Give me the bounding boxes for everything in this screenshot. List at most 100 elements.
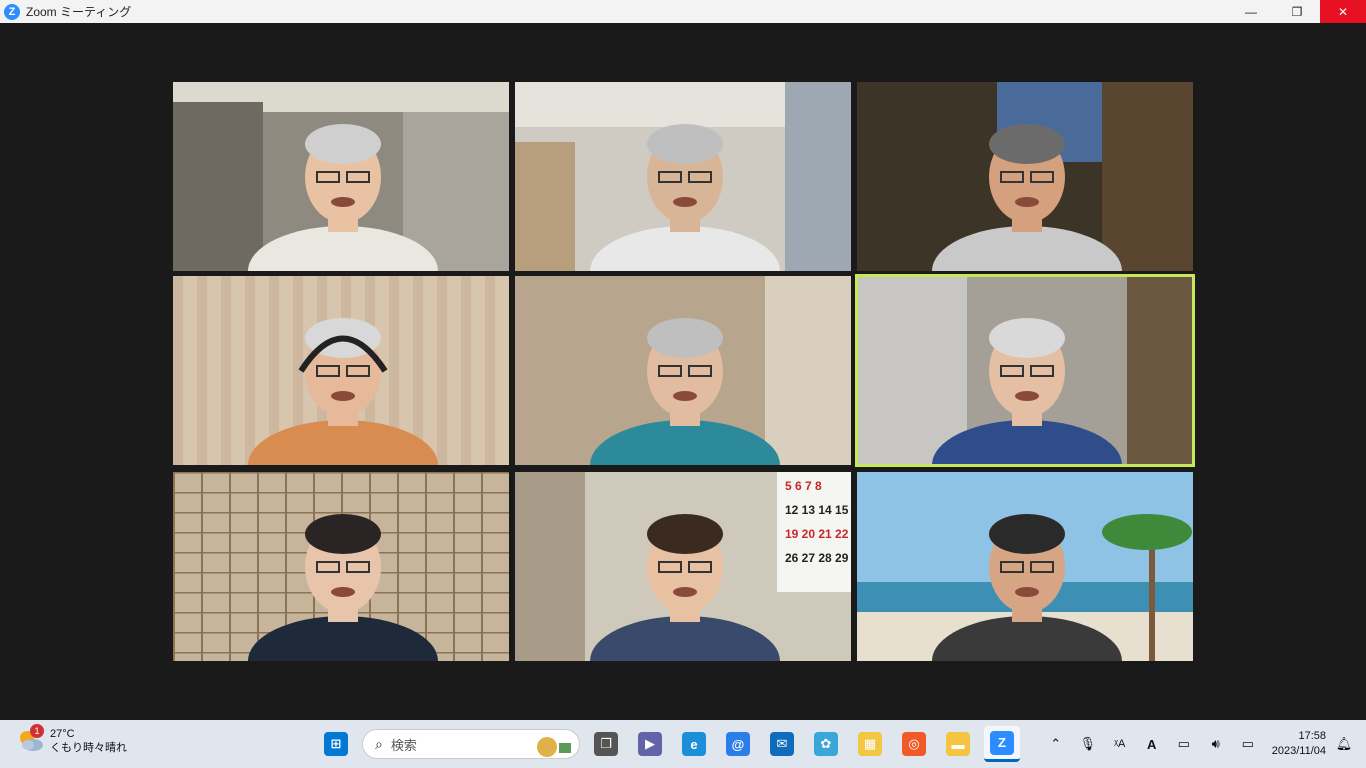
curtain-fold — [173, 276, 183, 465]
calendar-row: 19 20 21 22 — [785, 527, 849, 541]
participant-video-tile[interactable] — [173, 276, 509, 465]
taskbar-app-task-view[interactable]: ❐ — [588, 726, 624, 762]
taskbar-app-video[interactable]: ▶ — [632, 726, 668, 762]
taskbar-app-mail-at[interactable]: @ — [720, 726, 756, 762]
participant-video-tile[interactable] — [857, 82, 1193, 271]
volume-icon[interactable]: 🔊︎ — [1204, 732, 1228, 756]
store-icon: ▦ — [858, 732, 882, 756]
clock[interactable]: 17:58 2023/11/04 — [1272, 729, 1326, 759]
participant-video-tile[interactable] — [173, 472, 509, 661]
window-controls: — ❐ ✕ — [1228, 0, 1366, 23]
shoji-bar — [173, 492, 509, 494]
taskbar-app-mail[interactable]: ✉ — [764, 726, 800, 762]
palm-trunk — [1149, 532, 1155, 661]
participant-hair — [989, 514, 1065, 554]
windows-icon: ⊞ — [324, 732, 348, 756]
calendar-row: 26 27 28 29 — [785, 551, 849, 565]
participant-video-tile[interactable] — [855, 274, 1195, 467]
restore-icon: ❐ — [1291, 4, 1303, 19]
participant-mouth — [1015, 587, 1039, 597]
participant-mouth — [673, 587, 697, 597]
at-icon: @ — [726, 732, 750, 756]
participant-video — [515, 82, 851, 271]
participant-hair — [647, 514, 723, 554]
participant-mouth — [331, 587, 355, 597]
close-icon: ✕ — [1337, 4, 1349, 19]
curtain-fold — [437, 276, 447, 465]
participant-video — [173, 472, 509, 661]
participant-video-tile[interactable]: 5 6 7 8 12 13 14 15 19 20 21 22 26 27 28 29 — [515, 472, 851, 661]
participant-video — [857, 472, 1193, 661]
edge-icon: e — [682, 732, 706, 756]
display-icon[interactable]: ▭ — [1172, 732, 1196, 756]
window-title: Zoom ミーティング — [26, 5, 132, 19]
participant-hair — [647, 318, 723, 358]
search-icon: ⌕ — [375, 735, 383, 752]
shelf — [1127, 276, 1193, 465]
weather-desc: くもり時々晴れ — [50, 742, 127, 754]
taskbar-search[interactable]: ⌕ 検索 — [362, 729, 580, 759]
font-a-icon[interactable]: A — [1140, 732, 1164, 756]
participant-video — [173, 82, 509, 271]
taskbar-apps: ⊞ ⌕ 検索 ❐ ▶ e @ ✉ ✿ ▦ ◎ ▬ Z — [318, 726, 1020, 762]
task-view-icon: ❐ — [594, 732, 618, 756]
participant-video — [173, 276, 509, 465]
participant-hair — [989, 124, 1065, 164]
chevron-up-icon[interactable]: ⌃ — [1044, 732, 1068, 756]
wall-left — [173, 102, 263, 271]
taskbar-app-zoom[interactable]: Z — [984, 726, 1020, 762]
palette-icon: ✿ — [814, 732, 838, 756]
taskbar-app-paint[interactable]: ✿ — [808, 726, 844, 762]
taskbar-app-store[interactable]: ▦ — [852, 726, 888, 762]
zoom-icon: Z — [990, 730, 1014, 755]
participant-video-tile[interactable] — [173, 82, 509, 271]
weather-temp: 27°C — [50, 728, 75, 740]
shoji-bar — [173, 472, 509, 474]
curtain-fold — [485, 276, 495, 465]
meeting-gallery: 5 6 7 8 12 13 14 15 19 20 21 22 26 27 28 29 — [0, 23, 1366, 720]
ime-icon[interactable]: ᵡA — [1108, 732, 1132, 756]
mail-icon: ✉ — [770, 732, 794, 756]
taskbar-app-app-orange[interactable]: ◎ — [896, 726, 932, 762]
search-highlight-icon — [537, 737, 571, 757]
microphone-icon[interactable]: 🎙︎ — [1076, 732, 1100, 756]
close-button[interactable]: ✕ — [1320, 0, 1366, 23]
folder-icon: ▬ — [946, 732, 970, 756]
participant-video-tile[interactable] — [857, 472, 1193, 661]
participant-hair — [305, 514, 381, 554]
palm-leaves — [1102, 514, 1192, 550]
taskbar-app-edge[interactable]: e — [676, 726, 712, 762]
clock-time: 17:58 — [1298, 730, 1326, 742]
participant-mouth — [1015, 391, 1039, 401]
participant-video — [857, 276, 1193, 465]
door — [515, 142, 575, 271]
bell-icon[interactable]: 🔔︎ — [1332, 732, 1356, 756]
search-placeholder: 検索 — [390, 737, 417, 753]
participant-video — [857, 82, 1193, 271]
zoom-icon: Z — [4, 3, 20, 20]
restore-button[interactable]: ❐ — [1274, 0, 1320, 23]
curtain — [515, 472, 585, 661]
wall-left — [857, 276, 967, 465]
participant-video — [515, 276, 851, 465]
minimize-button[interactable]: — — [1228, 0, 1274, 23]
taskbar-app-start[interactable]: ⊞ — [318, 726, 354, 762]
bookshelf — [1102, 82, 1193, 271]
battery-icon[interactable]: ▭ — [1236, 732, 1260, 756]
blur-wall — [765, 276, 851, 465]
participant-video-tile[interactable] — [515, 82, 851, 271]
curtain-fold — [245, 276, 255, 465]
participant-video: 5 6 7 8 12 13 14 15 19 20 21 22 26 27 28 29 — [515, 472, 851, 661]
curtain — [785, 82, 851, 271]
participant-hair — [989, 318, 1065, 358]
orange-app-icon: ◎ — [902, 732, 926, 756]
clock-date: 2023/11/04 — [1271, 745, 1326, 757]
participant-hair — [647, 124, 723, 164]
participant-video-tile[interactable] — [515, 276, 851, 465]
taskbar-app-explorer[interactable]: ▬ — [940, 726, 976, 762]
minimize-icon: — — [1245, 4, 1257, 19]
participant-hair — [305, 124, 381, 164]
weather-widget[interactable]: 1 27°C くもり時々晴れ — [16, 724, 127, 756]
curtain-fold — [221, 276, 231, 465]
participant-mouth — [673, 391, 697, 401]
